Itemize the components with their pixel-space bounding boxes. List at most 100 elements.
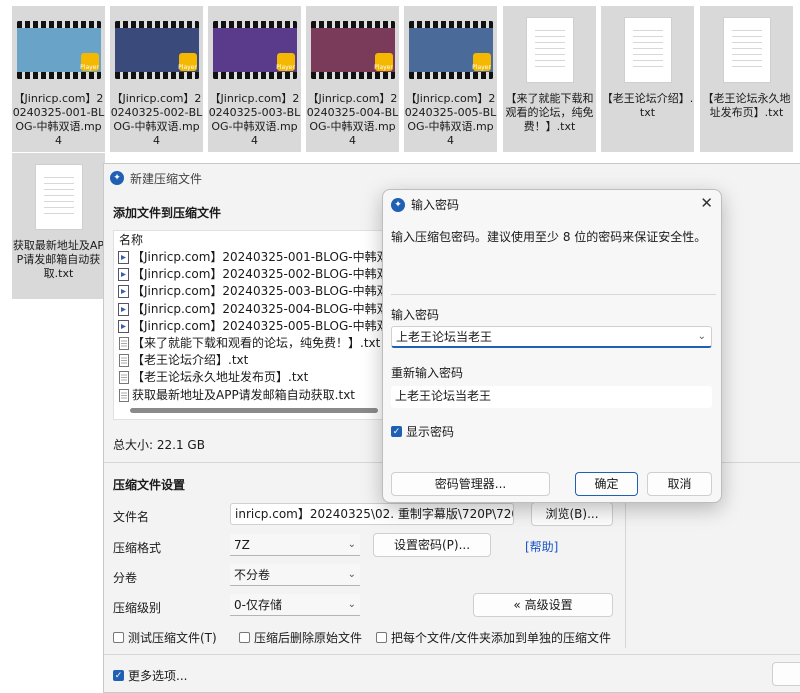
app-logo-icon: ✦ <box>391 197 405 212</box>
help-link[interactable]: [帮助] <box>525 538 558 555</box>
dialog-divider <box>391 294 716 295</box>
video-file-icon <box>118 319 130 333</box>
confirm-password-input[interactable]: 上老王论坛当老王 <box>391 386 712 408</box>
video-thumbnail: Player <box>407 10 495 90</box>
archive-settings-heading: 压缩文件设置 <box>113 478 186 492</box>
list-item[interactable]: 【Jinricp.com】20240325-003-BLOG-中韩双... <box>114 283 382 300</box>
split-select-value: 不分卷 <box>234 568 271 582</box>
set-password-button[interactable]: 设置密码(P)... <box>373 533 491 557</box>
chevron-down-icon: ⌄ <box>347 569 356 580</box>
video-file-icon <box>118 302 130 316</box>
list-item[interactable]: 【老王论坛永久地址发布页】.txt <box>114 369 382 386</box>
file-name-label: 【Jinricp.com】20240325-005-BLOG-中韩双语.mp4 <box>404 92 497 147</box>
file-name-label: 【Jinricp.com】20240325-002-BLOG-中韩双语.mp4 <box>110 92 203 147</box>
file-name-label: 【老王论坛介绍】.txt <box>601 92 694 119</box>
password-description: 输入压缩包密码。建议使用至少 8 位的密码来保证安全性。 <box>391 230 707 244</box>
text-file-tile[interactable]: 【老王论坛永久地址发布页】.txt <box>700 6 793 152</box>
dialog-titlebar: ✦ 输入密码 <box>391 196 459 213</box>
app-logo-icon: ✦ <box>110 171 124 185</box>
separate-archives-checkbox[interactable]: 把每个文件/文件夹添加到单独的压缩文件 <box>376 629 611 646</box>
password-input[interactable]: 上老王论坛当老王 ⌄ <box>391 326 712 348</box>
delete-original-checkbox[interactable]: 压缩后删除原始文件 <box>239 629 362 646</box>
list-item[interactable]: 【来了就能下载和观看的论坛，纯免费！】.txt <box>114 335 382 352</box>
test-archive-checkbox[interactable]: 测试压缩文件(T) <box>113 629 217 646</box>
video-file-tile[interactable]: Player 【Jinricp.com】20240325-003-BLOG-中韩双… <box>208 6 301 152</box>
checkmark-icon[interactable]: ✓ <box>391 426 402 437</box>
advanced-settings-button[interactable]: « 高级设置 <box>473 593 613 617</box>
list-item-label: 【老王论坛永久地址发布页】.txt <box>132 370 309 385</box>
partial-button[interactable] <box>772 662 800 686</box>
level-select-value: 0-仅存储 <box>234 598 282 612</box>
format-select-value: 7Z <box>234 538 250 552</box>
password-value: 上老王论坛当老王 <box>396 330 493 344</box>
chevron-down-icon: ⌄ <box>347 599 356 610</box>
split-label: 分卷 <box>113 571 138 585</box>
text-file-tile[interactable]: 【老王论坛介绍】.txt <box>601 6 694 152</box>
video-file-tile[interactable]: Player 【Jinricp.com】20240325-005-BLOG-中韩双… <box>404 6 497 152</box>
checkbox-box[interactable] <box>113 632 124 643</box>
video-file-tile[interactable]: Player 【Jinricp.com】20240325-004-BLOG-中韩双… <box>306 6 399 152</box>
browse-button[interactable]: 浏览(B)... <box>531 502 613 526</box>
player-badge-icon: Player <box>80 53 99 71</box>
bottom-divider <box>104 654 800 655</box>
list-item[interactable]: 【老王论坛介绍】.txt <box>114 352 382 369</box>
list-item[interactable]: 【Jinricp.com】20240325-005-BLOG-中韩双... <box>114 318 382 335</box>
password-dialog: ✦ 输入密码 ✕ 输入压缩包密码。建议使用至少 8 位的密码来保证安全性。 输入… <box>382 189 722 503</box>
text-file-icon <box>118 388 130 402</box>
split-select[interactable]: 不分卷 ⌄ <box>230 564 360 586</box>
text-file-icon <box>118 337 130 351</box>
password-label: 输入密码 <box>391 308 440 322</box>
file-list[interactable]: 名称 【Jinricp.com】20240325-001-BLOG-中韩双...… <box>113 230 383 420</box>
video-file-icon <box>118 268 130 282</box>
list-item[interactable]: 【Jinricp.com】20240325-004-BLOG-中韩双... <box>114 301 382 318</box>
document-icon <box>703 10 791 90</box>
separate-archives-label: 把每个文件/文件夹添加到单独的压缩文件 <box>391 631 612 645</box>
password-manager-button[interactable]: 密码管理器... <box>391 472 550 496</box>
checkbox-box[interactable] <box>239 632 250 643</box>
player-badge-icon: Player <box>276 53 295 71</box>
test-archive-label: 测试压缩文件(T) <box>128 631 217 645</box>
show-password-checkbox[interactable]: ✓ 显示密码 <box>391 423 454 440</box>
chevron-down-icon[interactable]: ⌄ <box>698 327 706 346</box>
list-item-label: 【Jinricp.com】20240325-001-BLOG-中韩双... <box>132 250 383 265</box>
ok-button[interactable]: 确定 <box>575 472 638 496</box>
list-item[interactable]: 【Jinricp.com】20240325-001-BLOG-中韩双... <box>114 249 382 266</box>
file-name-label: 【Jinricp.com】20240325-001-BLOG-中韩双语.mp4 <box>12 92 105 147</box>
checkbox-box[interactable] <box>376 632 387 643</box>
format-label: 压缩格式 <box>113 541 162 555</box>
checkmark-icon[interactable]: ✓ <box>113 670 124 681</box>
filename-label: 文件名 <box>113 510 150 524</box>
cancel-button[interactable]: 取消 <box>647 472 712 496</box>
player-badge-icon: Player <box>472 53 491 71</box>
file-name-label: 【来了就能下载和观看的论坛，纯免费！】.txt <box>505 92 594 133</box>
video-file-tile[interactable]: Player 【Jinricp.com】20240325-002-BLOG-中韩双… <box>110 6 203 152</box>
text-file-tile[interactable]: 【来了就能下载和观看的论坛，纯免费！】.txt <box>503 6 596 152</box>
list-item-label: 【老王论坛介绍】.txt <box>132 353 249 368</box>
player-badge-icon: Player <box>374 53 393 71</box>
list-item[interactable]: 获取最新地址及APP请发邮箱自动获取.txt <box>114 387 382 404</box>
video-file-tile[interactable]: Player 【Jinricp.com】20240325-001-BLOG-中韩双… <box>12 6 105 152</box>
total-size-text: 总大小: 22.1 GB <box>113 438 205 452</box>
level-label: 压缩级别 <box>113 601 162 615</box>
list-item[interactable]: 【Jinricp.com】20240325-002-BLOG-中韩双... <box>114 266 382 283</box>
video-file-icon <box>118 251 130 265</box>
list-item-label: 获取最新地址及APP请发邮箱自动获取.txt <box>132 387 356 402</box>
column-header-name[interactable]: 名称 <box>114 231 382 249</box>
more-options-label: 更多选项... <box>128 669 188 683</box>
format-select[interactable]: 7Z ⌄ <box>230 534 360 556</box>
level-select[interactable]: 0-仅存储 ⌄ <box>230 594 360 616</box>
text-file-tile[interactable]: 获取最新地址及APP请发邮箱自动获取.txt <box>12 153 105 299</box>
confirm-password-label: 重新输入密码 <box>391 366 464 380</box>
video-thumbnail: Player <box>309 10 397 90</box>
window-titlebar: ✦ 新建压缩文件 <box>104 164 800 192</box>
list-item-label: 【Jinricp.com】20240325-004-BLOG-中韩双... <box>132 301 383 316</box>
player-badge-icon: Player <box>178 53 197 71</box>
more-options-checkbox[interactable]: ✓ 更多选项... <box>113 667 187 684</box>
chevron-down-icon: ⌄ <box>347 539 356 550</box>
close-icon[interactable]: ✕ <box>700 194 713 212</box>
file-name-label: 【Jinricp.com】20240325-003-BLOG-中韩双语.mp4 <box>208 92 301 147</box>
video-thumbnail: Player <box>211 10 299 90</box>
filename-input[interactable]: inricp.com】20240325\02. 重制字幕版\720P\720P.… <box>230 503 514 525</box>
horizontal-scrollbar[interactable] <box>130 408 378 413</box>
file-name-label: 【Jinricp.com】20240325-004-BLOG-中韩双语.mp4 <box>306 92 399 147</box>
